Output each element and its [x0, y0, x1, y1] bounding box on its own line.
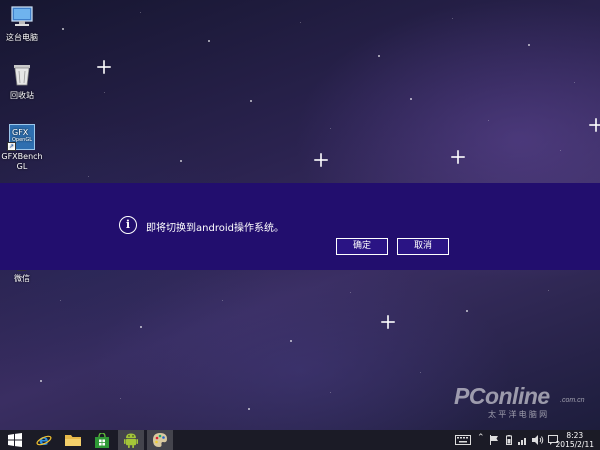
star: [560, 150, 561, 151]
star: [574, 82, 575, 83]
star: [60, 300, 61, 301]
star: [410, 98, 412, 100]
desktop-icon-label: 微信: [14, 274, 30, 283]
star: [378, 55, 380, 57]
windows-logo-icon: [8, 433, 22, 447]
star: [140, 326, 142, 328]
cancel-button[interactable]: 取消: [397, 238, 449, 255]
star: [452, 18, 453, 19]
gfxbench-icon-text: GFX: [12, 128, 29, 137]
flag-icon[interactable]: [489, 435, 499, 445]
android-icon: [124, 433, 138, 448]
desktop-icon-recycle-bin[interactable]: 回收站: [0, 62, 50, 101]
desktop-icon-label: GFXBench: [1, 152, 43, 161]
desktop-icon-gfxbench[interactable]: GFX OpenGL ↗ GFXBench GL: [0, 124, 50, 172]
star: [314, 153, 328, 167]
star: [88, 176, 89, 177]
volume-icon[interactable]: [532, 435, 544, 445]
palette-icon: [153, 433, 167, 447]
desktop-icon-this-pc[interactable]: 这台电脑: [0, 6, 50, 43]
battery-icon[interactable]: [506, 435, 512, 445]
folder-icon: [65, 435, 81, 446]
ok-button[interactable]: 确定: [336, 238, 388, 255]
desktop-icon-label: 这台电脑: [6, 33, 38, 42]
show-hidden-icons-icon[interactable]: ⌃: [477, 433, 485, 443]
star: [466, 310, 468, 312]
start-button[interactable]: [2, 430, 28, 450]
desktop-icon-label: GL: [16, 162, 28, 171]
system-clock[interactable]: 8:23 2015/2/11: [556, 431, 594, 449]
desktop-icon-label: 回收站: [10, 91, 34, 100]
star: [488, 120, 489, 121]
watermark-slogan: 太 平 洋 电 脑 网: [488, 410, 548, 419]
shortcut-arrow-icon: ↗: [7, 142, 16, 151]
star: [420, 372, 421, 373]
star: [528, 44, 530, 46]
star: [222, 300, 223, 301]
watermark-brand: PConline: [454, 383, 550, 409]
taskbar: e ⌃ 8:23 2015/2/11: [0, 430, 600, 450]
recycle-bin-icon: [0, 62, 50, 89]
clock-date: 2015/2/11: [555, 440, 594, 449]
star: [180, 160, 182, 162]
ie-icon: e: [36, 433, 52, 448]
star: [208, 40, 210, 42]
info-icon: i: [119, 216, 137, 234]
star: [248, 408, 250, 410]
clock-time: 8:23: [566, 431, 584, 440]
pconline-watermark: PConline .com.cn 太 平 洋 电 脑 网: [452, 383, 600, 428]
star: [140, 12, 141, 13]
keyboard-icon[interactable]: [455, 435, 471, 445]
taskbar-store[interactable]: [89, 430, 115, 450]
star: [451, 150, 465, 164]
star: [350, 292, 351, 293]
system-switch-dialog: [0, 183, 600, 270]
taskbar-paint[interactable]: [147, 430, 173, 450]
star: [250, 100, 252, 102]
dialog-message: 即将切换到android操作系统。: [146, 223, 284, 234]
store-icon: [95, 433, 109, 448]
computer-icon: [0, 6, 50, 31]
star: [330, 392, 331, 393]
star: [548, 290, 549, 291]
network-icon[interactable]: [518, 435, 528, 445]
star: [104, 92, 105, 93]
watermark-domain: .com.cn: [560, 397, 585, 404]
svg-text:e: e: [39, 433, 49, 448]
star: [120, 398, 121, 399]
star: [62, 28, 64, 30]
star: [330, 128, 331, 129]
star: [589, 118, 600, 132]
star: [290, 340, 292, 342]
taskbar-internet-explorer[interactable]: e: [31, 430, 57, 450]
star: [300, 22, 301, 23]
taskbar-file-explorer[interactable]: [60, 430, 86, 450]
star: [97, 60, 111, 74]
gfxbench-icon: GFX OpenGL ↗: [7, 124, 35, 151]
taskbar-android[interactable]: [118, 430, 144, 450]
star: [40, 380, 42, 382]
star: [381, 315, 395, 329]
